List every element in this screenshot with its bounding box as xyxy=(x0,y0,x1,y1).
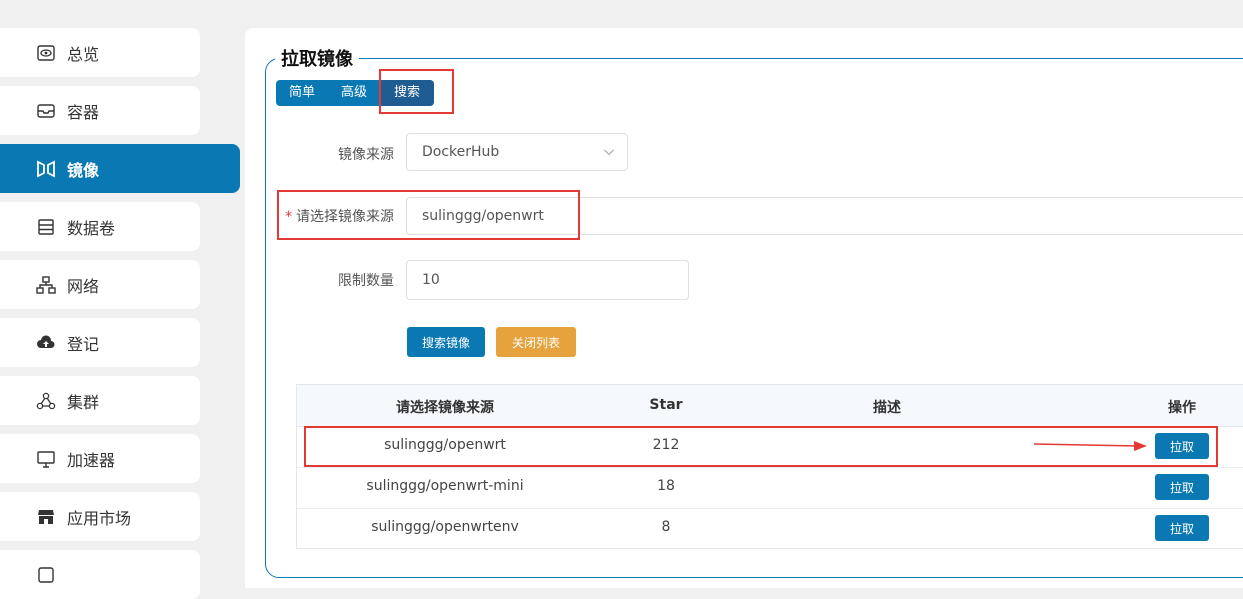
tab-search[interactable]: 搜索 xyxy=(380,80,435,106)
sidebar: 总览 容器 镜像 数据卷 网络 登记 集群 加速器 应用市场 xyxy=(0,0,245,599)
search-input-value: sulinggg/openwrt xyxy=(422,208,544,224)
annotation-arrow-icon xyxy=(1033,441,1147,451)
sidebar-item-label: 镜像 xyxy=(67,160,100,180)
column-header-description: 描述 xyxy=(873,400,901,416)
image-name-cell: sulinggg/openwrt xyxy=(384,437,506,453)
chevron-down-icon xyxy=(604,149,614,156)
column-header-name: 请选择镜像来源 xyxy=(396,400,494,416)
sidebar-item-label: 总览 xyxy=(67,44,100,64)
pull-button[interactable]: 拉取 xyxy=(1155,515,1209,541)
sidebar-item-label: 应用市场 xyxy=(67,508,132,528)
sidebar-item-more[interactable] xyxy=(0,550,200,599)
inbox-icon xyxy=(36,101,56,121)
sidebar-item-label: 加速器 xyxy=(67,450,116,470)
source-select[interactable]: DockerHub xyxy=(406,133,628,171)
eye-icon xyxy=(36,43,56,63)
image-icon xyxy=(36,159,56,179)
table-row: sulinggg/openwrtenv 8 拉取 xyxy=(297,508,1243,549)
database-icon xyxy=(36,217,56,237)
panel-title: 拉取镜像 xyxy=(275,45,359,71)
sidebar-item-containers[interactable]: 容器 xyxy=(0,86,200,135)
sidebar-item-images[interactable]: 镜像 xyxy=(0,144,240,193)
search-input[interactable]: sulinggg/openwrt xyxy=(406,197,1243,235)
source-select-value: DockerHub xyxy=(422,144,500,160)
star-cell: 212 xyxy=(652,437,680,453)
limit-input-value: 10 xyxy=(422,272,440,288)
star-cell: 8 xyxy=(661,519,671,535)
search-label-text: 请选择镜像来源 xyxy=(296,209,394,225)
column-header-star: Star xyxy=(649,397,683,413)
mode-tabs: 简单 高级 搜索 xyxy=(276,80,435,106)
search-image-button[interactable]: 搜索镜像 xyxy=(407,327,485,357)
pull-button[interactable]: 拉取 xyxy=(1155,433,1209,459)
image-name-cell: sulinggg/openwrt-mini xyxy=(366,478,524,494)
table-row: sulinggg/openwrt-mini 18 拉取 xyxy=(297,467,1243,509)
table-header: 请选择镜像来源 Star 描述 操作 xyxy=(297,385,1243,427)
image-name-cell: sulinggg/openwrtenv xyxy=(371,519,519,535)
cloud-upload-icon xyxy=(36,333,56,353)
sidebar-item-label: 数据卷 xyxy=(67,218,116,238)
tab-advanced[interactable]: 高级 xyxy=(328,80,380,106)
sidebar-item-overview[interactable]: 总览 xyxy=(0,28,200,77)
limit-label: 限制数量 xyxy=(338,273,394,289)
monitor-icon xyxy=(36,449,56,469)
cluster-icon xyxy=(36,391,56,411)
sidebar-item-registry[interactable]: 登记 xyxy=(0,318,200,367)
sidebar-item-label: 容器 xyxy=(67,102,100,122)
search-label: * 请选择镜像来源 xyxy=(270,206,394,226)
sidebar-item-label: 登记 xyxy=(67,334,100,354)
sidebar-item-app-store[interactable]: 应用市场 xyxy=(0,492,200,541)
sidebar-item-cluster[interactable]: 集群 xyxy=(0,376,200,425)
limit-input[interactable]: 10 xyxy=(406,260,689,300)
close-list-button[interactable]: 关闭列表 xyxy=(496,327,576,357)
sidebar-item-accelerator[interactable]: 加速器 xyxy=(0,434,200,483)
column-header-action: 操作 xyxy=(1168,400,1196,416)
settings-icon xyxy=(36,565,56,585)
network-icon xyxy=(36,275,56,295)
star-cell: 18 xyxy=(657,478,675,494)
tab-simple[interactable]: 简单 xyxy=(276,80,328,106)
pull-button[interactable]: 拉取 xyxy=(1155,474,1209,500)
required-mark: * xyxy=(285,209,292,225)
sidebar-item-network[interactable]: 网络 xyxy=(0,260,200,309)
source-label: 镜像来源 xyxy=(338,147,394,163)
sidebar-item-volumes[interactable]: 数据卷 xyxy=(0,202,200,251)
sidebar-item-label: 网络 xyxy=(67,276,100,296)
sidebar-item-label: 集群 xyxy=(67,392,100,412)
results-table: 请选择镜像来源 Star 描述 操作 sulinggg/openwrt 212 … xyxy=(296,384,1243,549)
store-icon xyxy=(36,507,56,527)
